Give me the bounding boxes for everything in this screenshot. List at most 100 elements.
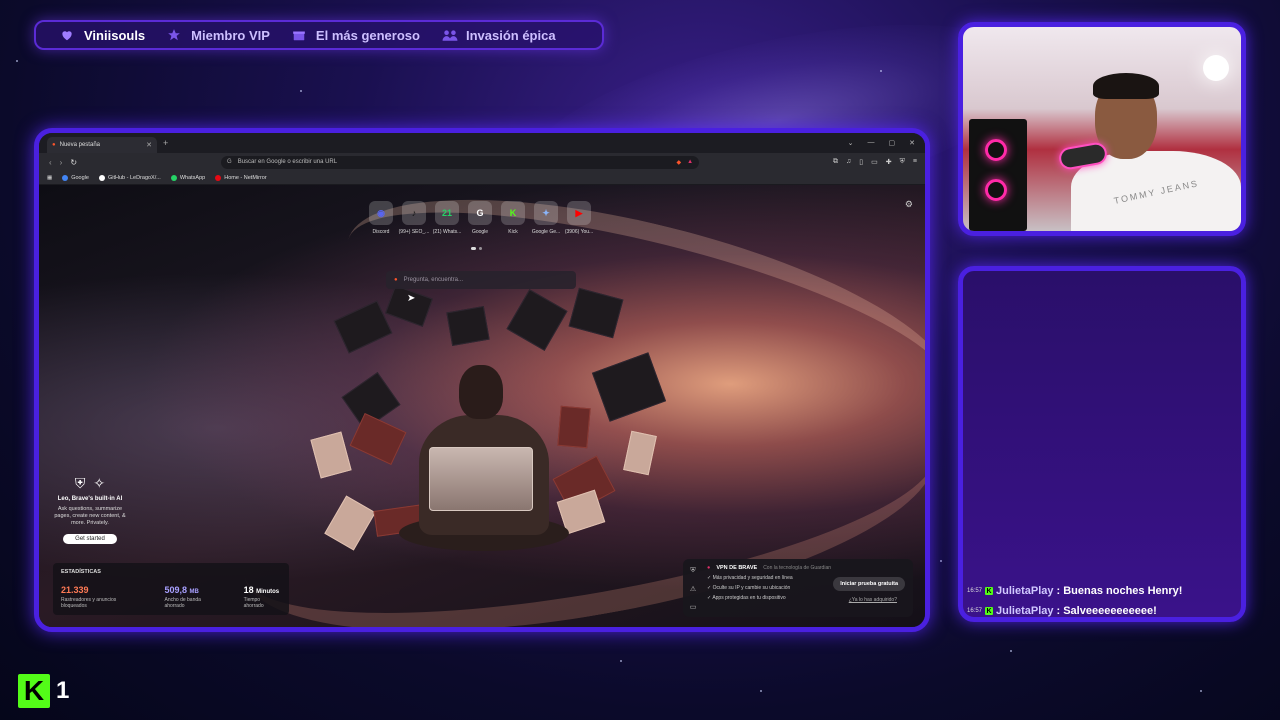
- get-started-button[interactable]: Get started: [63, 533, 117, 544]
- speed-dial-tile[interactable]: ◉ Discord: [369, 201, 393, 235]
- speed-dial-tile[interactable]: ♪ (99+) SEO_...: [399, 201, 429, 235]
- bookmark-label: WhatsApp: [179, 174, 206, 181]
- kick-badge-icon: K: [985, 607, 994, 615]
- brave-rewards-icon[interactable]: ▲: [687, 159, 693, 165]
- speed-dial-icon: G: [468, 201, 492, 225]
- new-tab-button[interactable]: +: [163, 138, 168, 148]
- speed-dial-tile[interactable]: G Google: [468, 201, 492, 235]
- kick-badge-icon: K: [985, 587, 994, 595]
- speed-dial-tile[interactable]: ▶ (3906) You...: [565, 201, 593, 235]
- start-trial-button[interactable]: Iniciar prueba gratuita: [833, 577, 905, 591]
- bookmark-netmirror[interactable]: Home - NetMirror: [215, 174, 267, 181]
- speed-dial-icon: ▶: [567, 201, 591, 225]
- flying-book: [310, 431, 352, 479]
- google-icon: G: [227, 159, 232, 165]
- tab-bar: ● Nueva pestaña ✕ + ⌄ — ▢ ✕: [39, 133, 925, 153]
- flying-book: [333, 300, 393, 354]
- chat-panel: 16:57 K JulietaPlay : Buenas noches Henr…: [958, 266, 1246, 622]
- browser-toolbar: ‹ › ↻ G Buscar en Google o escribir una …: [39, 153, 925, 171]
- badge-epic-invasion: Invasión épica: [442, 28, 556, 43]
- gift-icon: [292, 28, 306, 42]
- leo-ask-input[interactable]: ● Pregunta, encuentra...: [386, 271, 576, 289]
- already-purchased-link[interactable]: ¿Ya lo has adquirido?: [849, 597, 897, 603]
- apps-grid-icon[interactable]: ▦: [47, 175, 52, 181]
- kick-logo-icon: K: [18, 674, 50, 708]
- speed-dial-icon: ◉: [369, 201, 393, 225]
- message-time: 16:57: [967, 588, 983, 594]
- speed-dial-tile[interactable]: ✦ Google Ge...: [532, 201, 560, 235]
- badge-label: El más generoso: [315, 27, 420, 43]
- close-window-icon[interactable]: ✕: [909, 139, 915, 147]
- group-icon: [442, 28, 458, 42]
- leo-description: Ask questions, summarize pages, create n…: [54, 506, 126, 526]
- speed-dial-tile[interactable]: 21 (21) Whats...: [433, 201, 461, 235]
- address-bar[interactable]: G Buscar en Google o escribir una URL ◆ …: [221, 155, 700, 169]
- stat-label: Tiempo ahorrado: [243, 597, 264, 609]
- vpn-subtitle: Con la tecnología de Guardian: [763, 565, 832, 571]
- stat-value: 21.339: [61, 585, 89, 595]
- brave-icon: ●: [394, 277, 398, 283]
- laptop: [429, 447, 533, 511]
- bookmark-github[interactable]: GitHub - LeDragoX/...: [98, 174, 161, 181]
- vpn-shield-icon[interactable]: ⛨: [690, 567, 695, 575]
- chat-message: 16:57 K JulietaPlay : Buenas noches Henr…: [967, 585, 1182, 597]
- stat-label: Ancho de banda ahorrado: [164, 597, 201, 609]
- bookmark-whatsapp[interactable]: WhatsApp: [170, 174, 206, 181]
- back-icon[interactable]: ‹: [49, 158, 52, 167]
- badge-label: Invasión épica: [465, 27, 556, 43]
- speed-dial-tile[interactable]: K Kick: [501, 201, 525, 235]
- brave-lion-icon: ⛨: [74, 475, 86, 491]
- bookmark-google[interactable]: Google: [62, 174, 89, 181]
- toolbar-icons: ⧉ ♫ ▯ ▭ ✚ ⛨ ≡: [833, 158, 917, 166]
- rgb-fan: [985, 179, 1007, 201]
- brave-shields-icon[interactable]: ◆: [676, 159, 681, 166]
- badge-bar: Viniisouls Miembro VIP El más generoso I…: [34, 20, 604, 50]
- badge-vip: Miembro VIP: [167, 28, 270, 43]
- speed-dial-pager[interactable]: [471, 247, 482, 250]
- message-user: JulietaPlay: [996, 585, 1054, 597]
- sidebar-icon[interactable]: ▯: [859, 158, 863, 166]
- webcam-feed: TOMMY JEANS: [958, 22, 1246, 236]
- stat-unit: MB: [189, 589, 199, 595]
- heart-icon: [60, 28, 74, 42]
- card-icon[interactable]: ▭: [690, 603, 697, 611]
- vpn-icon[interactable]: ⛨: [900, 158, 905, 166]
- gear-icon[interactable]: ⚙: [905, 199, 913, 210]
- bookmarks-bar: ▦ Google GitHub - LeDragoX/... WhatsApp …: [39, 171, 925, 185]
- badge-label: Miembro VIP: [191, 27, 270, 43]
- tab-title: Nueva pestaña: [59, 142, 100, 148]
- tab-new-tab[interactable]: ● Nueva pestaña ✕: [47, 137, 157, 153]
- maximize-icon[interactable]: ▢: [889, 139, 896, 147]
- brave-icon: ●: [52, 142, 56, 148]
- close-tab-icon[interactable]: ✕: [146, 141, 152, 149]
- speed-dial-icon: K: [501, 201, 525, 225]
- wallet-icon[interactable]: ▭: [871, 158, 878, 166]
- kick-viewer-counter: K 1: [18, 674, 69, 708]
- rgb-fan: [985, 139, 1007, 161]
- chevron-down-icon[interactable]: ⌄: [848, 139, 854, 147]
- menu-icon[interactable]: ≡: [913, 158, 917, 166]
- leo-card: ⛨ ✧ Leo, Brave's built-in AI Ask question…: [53, 475, 127, 545]
- person-head: [459, 365, 503, 419]
- browser-capture-frame: ● Nueva pestaña ✕ + ⌄ — ▢ ✕ ‹ › ↻ G Busc…: [34, 128, 930, 632]
- ask-placeholder: Pregunta, encuentra...: [403, 277, 463, 283]
- warning-icon[interactable]: ⚠: [690, 585, 696, 593]
- stat-time: 18 Minutos Tiempo ahorrado: [244, 585, 281, 609]
- speed-dial-icon: ♪: [402, 201, 426, 225]
- sparkle-icon: ✧: [93, 475, 106, 491]
- vpn-feature-text: Oculte su IP y cambie su ubicación: [712, 585, 791, 591]
- extensions-icon[interactable]: ⧉: [833, 158, 838, 166]
- music-icon[interactable]: ♫: [846, 158, 851, 166]
- message-text: : Salveeeeeeeeeee!: [1056, 605, 1157, 617]
- reload-icon[interactable]: ↻: [70, 158, 77, 167]
- forward-icon[interactable]: ›: [60, 158, 63, 167]
- stat-value: 18: [243, 585, 254, 595]
- minimize-icon[interactable]: —: [868, 139, 875, 147]
- puzzle-icon[interactable]: ✚: [886, 158, 892, 166]
- speed-dial-icon: 21: [435, 201, 459, 225]
- streamer-hair: [1093, 73, 1159, 99]
- pc-case: [969, 119, 1027, 231]
- ceiling-lamp: [1203, 55, 1229, 81]
- speed-dial: ◉ Discord ♪ (99+) SEO_... 21 (21) Whats... G Go…: [369, 201, 593, 235]
- vpn-title: VPN DE BRAVE: [716, 565, 758, 571]
